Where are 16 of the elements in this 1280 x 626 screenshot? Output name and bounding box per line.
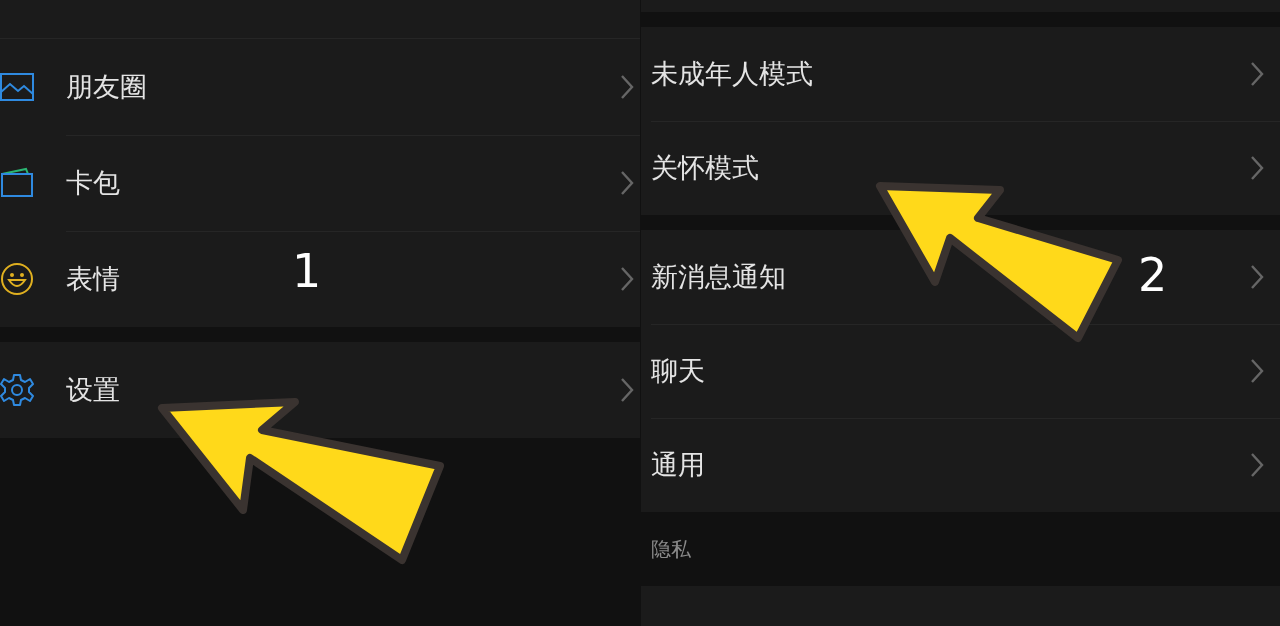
picture-icon <box>0 70 34 104</box>
chevron-icon <box>619 266 634 292</box>
step-number: 1 <box>292 248 322 294</box>
chevron-icon <box>1250 452 1264 478</box>
section-header: 隐私 <box>649 535 692 563</box>
wallet-icon <box>0 166 34 200</box>
step-number: 2 <box>1138 252 1168 298</box>
chevron-icon <box>1250 358 1264 384</box>
chevron-icon <box>1250 61 1264 87</box>
chevron-icon <box>619 74 634 100</box>
chevron-icon <box>619 170 634 196</box>
chevron-icon <box>619 377 634 403</box>
chevron-icon <box>1250 264 1264 290</box>
chevron-icon <box>1250 155 1264 181</box>
settings-icon <box>0 373 34 407</box>
smiley-icon <box>0 262 34 296</box>
